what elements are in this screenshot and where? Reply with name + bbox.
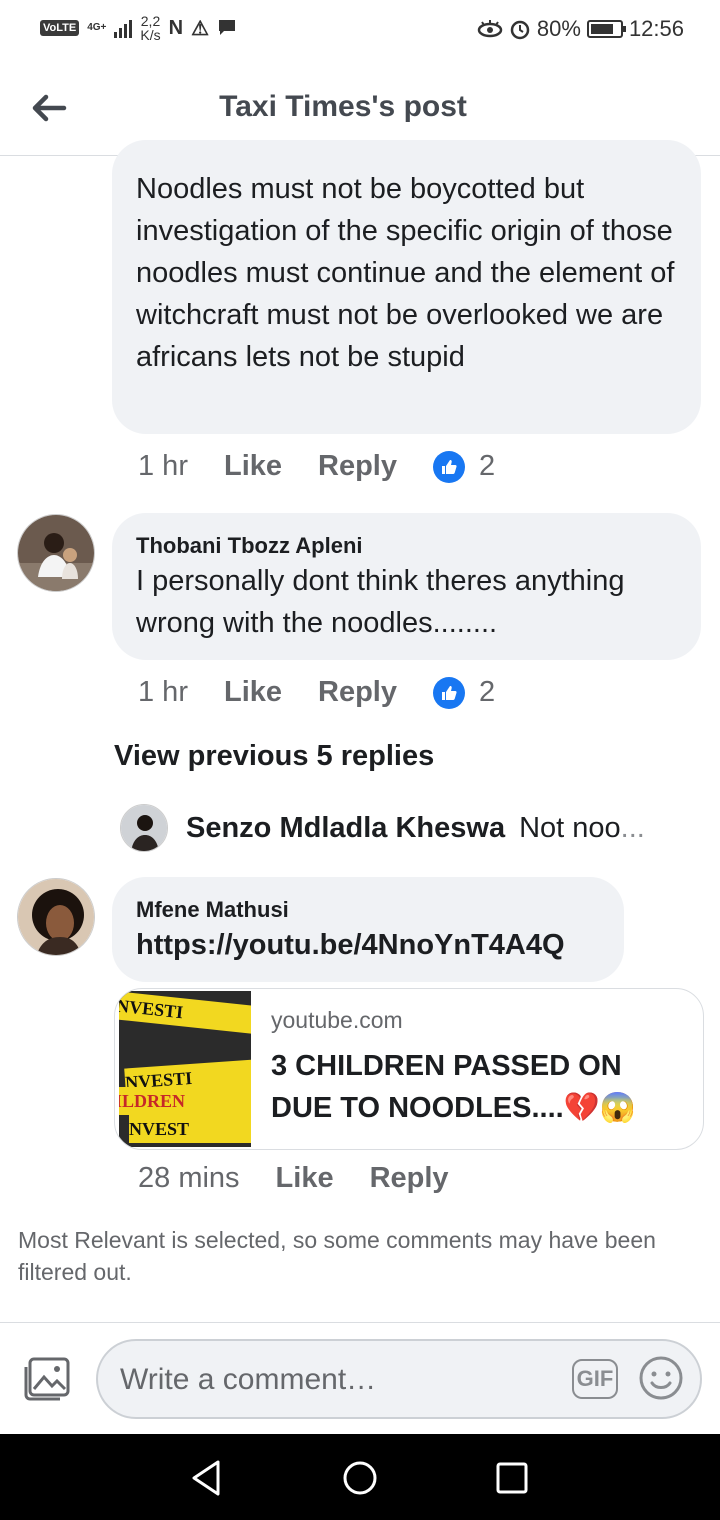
comment-actions: 28 mins Like Reply <box>138 1162 485 1195</box>
comment-time[interactable]: 1 hr <box>138 450 188 483</box>
reply-button[interactable]: Reply <box>318 450 397 483</box>
reaction-count[interactable]: 2 <box>479 676 495 709</box>
volte-badge: VoLTE <box>40 20 80 36</box>
signal-icon <box>114 18 133 38</box>
comment-placeholder: Write a comment… <box>120 1363 377 1396</box>
reply-author[interactable]: Senzo Mdladla Kheswa <box>186 812 505 845</box>
speed-unit: K/s <box>140 27 161 43</box>
comment-composer: Write a comment… GIF <box>0 1322 720 1434</box>
comment-bubble[interactable]: Noodles must not be boycotted but invest… <box>112 140 701 434</box>
alarm-icon <box>510 20 530 40</box>
battery-icon <box>586 20 626 38</box>
battery-level <box>590 24 614 34</box>
comment-author[interactable]: Thobani Tbozz Apleni <box>136 513 677 560</box>
comment-bubble[interactable]: Thobani Tbozz Apleni I personally dont t… <box>112 513 701 660</box>
avatar[interactable] <box>17 514 95 592</box>
like-button[interactable]: Like <box>276 1162 334 1195</box>
video-thumbnail: INVESTI NVESTI ILDREN NVEST <box>119 991 251 1147</box>
warning-icon: ⚠ <box>191 17 210 40</box>
network-type: 4G+ <box>87 22 107 33</box>
comment-time[interactable]: 28 mins <box>138 1162 240 1195</box>
emoji-icon[interactable] <box>638 1355 684 1401</box>
view-previous-replies[interactable]: View previous 5 replies <box>114 740 434 773</box>
battery-percent: 80% <box>536 16 581 41</box>
system-nav-bar <box>0 1434 720 1520</box>
link-title[interactable]: 3 CHILDREN PASSED ON DUE TO NOODLES....💔… <box>271 1045 691 1129</box>
comment-link[interactable]: https://youtu.be/4NnoYnT4A4Q <box>136 924 600 966</box>
like-button[interactable]: Like <box>224 450 282 483</box>
recents-square-icon[interactable] <box>490 1456 534 1500</box>
clock: 12:56 <box>628 16 684 41</box>
status-left: VoLTE 4G+ 2,2 K/s Ν ⚠ <box>40 14 237 42</box>
reply-button[interactable]: Reply <box>370 1162 449 1195</box>
thumbnail-tape: ILDREN <box>119 1087 251 1115</box>
comment-input[interactable]: Write a comment… GIF <box>96 1339 702 1419</box>
comment-time[interactable]: 1 hr <box>138 676 188 709</box>
reply-snippet: Not noo <box>519 811 621 844</box>
filter-note: Most Relevant is selected, so some comme… <box>18 1227 656 1285</box>
back-triangle-icon[interactable] <box>184 1456 228 1500</box>
reaction-count[interactable]: 2 <box>479 450 495 483</box>
home-circle-icon[interactable] <box>338 1456 382 1500</box>
avatar[interactable] <box>17 878 95 956</box>
link-preview-card[interactable]: INVESTI NVESTI ILDREN NVEST youtube.com … <box>114 988 704 1150</box>
comment-actions: 1 hr Like Reply 2 <box>138 676 495 709</box>
comment-actions: 1 hr Like Reply 2 <box>138 450 495 483</box>
comment-text: I personally dont think theres anything … <box>136 565 625 639</box>
thumbnail-tape: NVEST <box>129 1115 251 1143</box>
page-title: Taxi Times's post <box>219 90 467 123</box>
comment-text: Noodles must not be boycotted but invest… <box>136 173 675 373</box>
n-icon: Ν <box>168 16 184 39</box>
like-button[interactable]: Like <box>224 676 282 709</box>
comment-author[interactable]: Mfene Mathusi <box>136 877 600 924</box>
eye-icon <box>477 20 503 38</box>
status-right: 80% 12:56 <box>477 16 684 42</box>
thumbs-up-icon[interactable] <box>433 450 465 483</box>
message-icon <box>219 20 236 35</box>
reply-preview[interactable]: Senzo Mdladla Kheswa Not noo... <box>120 804 645 852</box>
avatar[interactable] <box>120 804 168 852</box>
comment-bubble[interactable]: Mfene Mathusi https://youtu.be/4NnoYnT4A… <box>112 877 624 982</box>
gif-button[interactable]: GIF <box>572 1359 618 1399</box>
thumbs-up-icon[interactable] <box>433 676 465 709</box>
thumbnail-tape: INVESTI <box>119 991 251 1036</box>
notification-icons: Ν ⚠ <box>169 16 237 41</box>
reply-ellipsis: ... <box>620 811 645 844</box>
photo-icon[interactable] <box>22 1355 72 1403</box>
status-bar: VoLTE 4G+ 2,2 K/s Ν ⚠ 80% 12:56 <box>0 0 720 62</box>
link-domain: youtube.com <box>271 1007 403 1033</box>
reply-button[interactable]: Reply <box>318 676 397 709</box>
network-speed: 2,2 K/s <box>140 14 160 42</box>
